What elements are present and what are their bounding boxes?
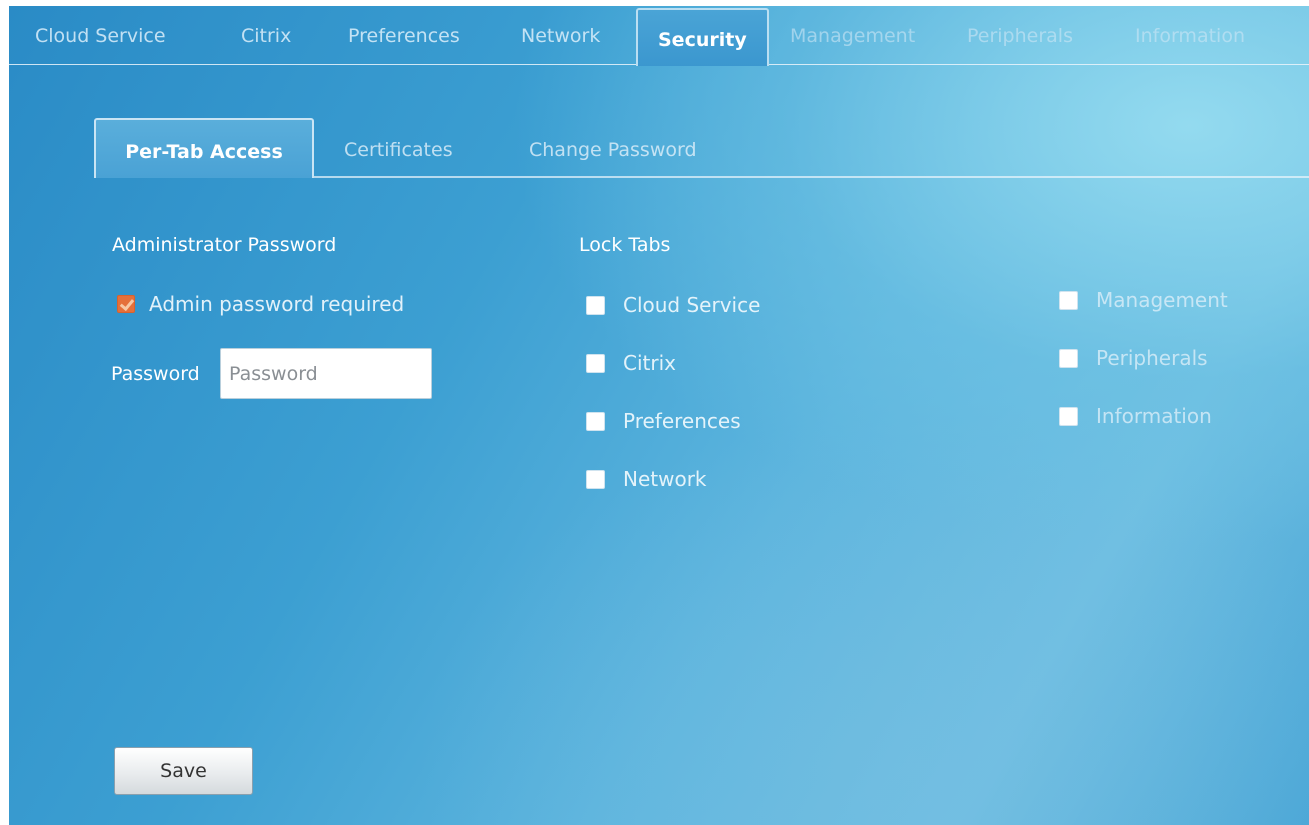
- tab-preferences[interactable]: Preferences: [348, 6, 460, 65]
- lock-tabs-heading: Lock Tabs: [579, 234, 671, 256]
- lock-information-label: Information: [1096, 404, 1212, 428]
- admin-password-required-option[interactable]: Admin password required: [117, 292, 404, 316]
- save-button[interactable]: Save: [114, 747, 253, 795]
- subtab-certificates[interactable]: Certificates: [344, 118, 453, 176]
- lock-management-checkbox[interactable]: [1059, 290, 1078, 310]
- subtab-per-tab-access[interactable]: Per-Tab Access: [94, 118, 314, 178]
- lock-peripherals-checkbox[interactable]: [1059, 348, 1078, 368]
- admin-password-required-label: Admin password required: [149, 292, 405, 316]
- lock-preferences-option[interactable]: Preferences: [586, 409, 741, 433]
- password-label: Password: [111, 363, 200, 385]
- lock-preferences-checkbox[interactable]: [586, 411, 605, 431]
- lock-network-checkbox[interactable]: [586, 469, 605, 489]
- tab-security[interactable]: Security: [636, 8, 769, 66]
- tab-management[interactable]: Management: [790, 6, 915, 65]
- lock-network-label: Network: [623, 467, 707, 491]
- sub-tab-bar: Per-Tab Access Certificates Change Passw…: [94, 118, 1309, 178]
- lock-cloud-service-label: Cloud Service: [623, 293, 761, 317]
- tab-citrix[interactable]: Citrix: [241, 6, 291, 65]
- subtab-change-password[interactable]: Change Password: [529, 118, 697, 176]
- lock-citrix-label: Citrix: [623, 351, 676, 375]
- administrator-password-heading: Administrator Password: [112, 234, 337, 256]
- lock-cloud-service-checkbox[interactable]: [586, 295, 605, 315]
- lock-network-option[interactable]: Network: [586, 467, 707, 491]
- lock-information-option[interactable]: Information: [1059, 404, 1212, 428]
- lock-management-label: Management: [1096, 288, 1228, 312]
- lock-cloud-service-option[interactable]: Cloud Service: [586, 293, 760, 317]
- lock-citrix-option[interactable]: Citrix: [586, 351, 676, 375]
- admin-password-required-checkbox[interactable]: [117, 295, 135, 313]
- settings-window: Cloud Service Citrix Preferences Network…: [9, 6, 1309, 825]
- lock-information-checkbox[interactable]: [1059, 406, 1078, 426]
- lock-peripherals-label: Peripherals: [1096, 346, 1208, 370]
- lock-management-option[interactable]: Management: [1059, 288, 1228, 312]
- top-tab-bar: Cloud Service Citrix Preferences Network…: [9, 6, 1309, 66]
- lock-preferences-label: Preferences: [623, 409, 741, 433]
- tab-information[interactable]: Information: [1135, 6, 1245, 65]
- tab-peripherals[interactable]: Peripherals: [967, 6, 1073, 65]
- password-input[interactable]: [220, 348, 432, 399]
- tab-network[interactable]: Network: [521, 6, 600, 65]
- tab-cloud-service[interactable]: Cloud Service: [35, 6, 166, 65]
- lock-citrix-checkbox[interactable]: [586, 353, 605, 373]
- lock-peripherals-option[interactable]: Peripherals: [1059, 346, 1208, 370]
